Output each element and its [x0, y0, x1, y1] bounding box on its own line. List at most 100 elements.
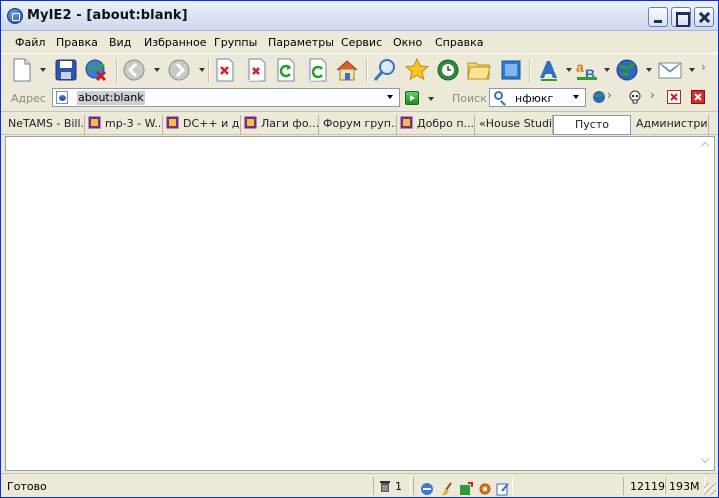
- edit-page-icon[interactable]: [496, 482, 510, 496]
- app-icon[interactable]: [7, 8, 23, 24]
- tab-forum[interactable]: Форум груп...: [319, 115, 397, 135]
- encoding-icon[interactable]: aB: [575, 57, 601, 83]
- encoding-dropdown-icon[interactable]: [604, 68, 610, 72]
- search-magnifier-icon: [494, 91, 503, 100]
- tab-label: Администри...: [636, 117, 708, 130]
- toolbar-overflow-chevron-icon[interactable]: ›: [701, 60, 706, 74]
- tab-house-studio[interactable]: «House Studi...: [475, 115, 553, 135]
- tab-label: mp-3 - W...: [105, 117, 163, 130]
- trash-cell[interactable]: 1: [373, 477, 411, 495]
- tab-mp3[interactable]: mp-3 - W...: [85, 115, 163, 135]
- menu-edit[interactable]: Правка: [56, 36, 98, 49]
- menu-help[interactable]: Справка: [435, 36, 483, 49]
- search-input[interactable]: нфюкг: [489, 88, 586, 107]
- font-size-icon[interactable]: [536, 57, 562, 83]
- menu-favorites[interactable]: Избранное: [144, 36, 206, 49]
- tab-label: Пусто: [575, 118, 609, 131]
- search-dropdown-icon[interactable]: [569, 89, 584, 106]
- search-label: Поиск: [452, 92, 487, 105]
- web-dropdown-icon[interactable]: [646, 68, 652, 72]
- history-icon[interactable]: [435, 57, 461, 83]
- back-dropdown-icon[interactable]: [154, 68, 160, 72]
- minimize-button[interactable]: [648, 7, 668, 27]
- close-button[interactable]: [694, 7, 714, 27]
- scroll-up-arrow-icon[interactable]: [699, 139, 713, 153]
- folder-icon[interactable]: [466, 57, 492, 83]
- close-tab-icon[interactable]: [667, 90, 681, 104]
- skull-icon[interactable]: [628, 90, 642, 104]
- title-bar[interactable]: MyIE2 - [about:blank]: [1, 1, 718, 31]
- memory-value: 193M: [669, 480, 700, 493]
- counter-value: 12119: [630, 480, 665, 493]
- tab-empty-active[interactable]: Пусто: [553, 115, 631, 135]
- forward-dropdown-icon[interactable]: [199, 68, 205, 72]
- menu-file[interactable]: Файл: [15, 36, 45, 49]
- tab-bar: NeTAMS - Bill... mp-3 - W... DC++ и д...…: [1, 111, 718, 135]
- go-icon[interactable]: [405, 91, 419, 105]
- web-globe-icon[interactable]: [614, 57, 640, 83]
- tab-admin[interactable]: Администри...: [632, 115, 709, 135]
- trash-count: 1: [395, 480, 402, 493]
- close-all-tabs-icon[interactable]: [691, 90, 705, 104]
- refresh-icon[interactable]: [273, 57, 299, 83]
- tab-label: Лаги фо...: [261, 117, 319, 130]
- menu-groups[interactable]: Группы: [214, 36, 257, 49]
- save-icon[interactable]: [53, 57, 79, 83]
- address-value[interactable]: about:blank: [77, 91, 145, 105]
- resize-grip[interactable]: [704, 483, 716, 495]
- status-text: Готово: [7, 480, 47, 493]
- tab-label: NeTAMS - Bill...: [8, 117, 85, 130]
- scroll-down-arrow-icon[interactable]: [699, 454, 713, 468]
- proxy-icon[interactable]: [420, 482, 434, 496]
- page-panel-icon[interactable]: [498, 57, 524, 83]
- address-dropdown-icon[interactable]: [383, 89, 398, 106]
- main-toolbar: aB ›: [1, 53, 718, 87]
- search-value[interactable]: нфюкг: [515, 92, 553, 105]
- back-icon[interactable]: [121, 57, 147, 83]
- mail-dropdown-icon[interactable]: [689, 68, 695, 72]
- status-bar: Готово 1 12119 193M: [1, 473, 718, 497]
- search-icon[interactable]: [372, 57, 398, 83]
- stop-all-icon[interactable]: [242, 57, 268, 83]
- download-icon[interactable]: [459, 482, 473, 496]
- refresh-all-icon[interactable]: [303, 57, 329, 83]
- new-page-dropdown-icon[interactable]: [40, 68, 46, 72]
- extra-overflow-chevron-icon[interactable]: ›: [650, 88, 655, 102]
- address-input[interactable]: about:blank: [52, 88, 400, 107]
- status-icons-cell: [413, 477, 513, 496]
- tab-lagi[interactable]: Лаги фо...: [241, 115, 319, 135]
- menu-window[interactable]: Окно: [393, 36, 422, 49]
- browser-window: MyIE2 - [about:blank] Файл Правка Вид Из…: [0, 0, 719, 498]
- toolbar-separator: [366, 59, 367, 83]
- forward-icon[interactable]: [166, 57, 192, 83]
- tab-dobro[interactable]: Добро п...: [397, 115, 475, 135]
- address-bar: Адрес about:blank Поиск нфюкг › ›: [1, 87, 718, 109]
- menu-options[interactable]: Параметры: [268, 36, 334, 49]
- svg-text:a: a: [576, 59, 584, 75]
- offline-globe-icon[interactable]: [83, 57, 109, 83]
- page-content[interactable]: [5, 136, 715, 471]
- favorites-star-icon[interactable]: [404, 57, 430, 83]
- menu-bar: Файл Правка Вид Избранное Группы Парамет…: [1, 32, 718, 52]
- menu-view[interactable]: Вид: [109, 36, 131, 49]
- new-page-icon[interactable]: [9, 57, 35, 83]
- address-label: Адрес: [11, 92, 46, 105]
- home-icon[interactable]: [334, 57, 360, 83]
- mail-icon[interactable]: [657, 57, 683, 83]
- tab-label: «House Studi...: [479, 117, 553, 130]
- go-dropdown-icon[interactable]: [428, 97, 434, 101]
- page-favicon-icon: [56, 91, 68, 104]
- maximize-button[interactable]: [671, 7, 691, 27]
- menu-tools[interactable]: Сервис: [341, 36, 382, 49]
- stop-icon[interactable]: [212, 57, 238, 83]
- gear-icon[interactable]: [478, 482, 492, 496]
- search-overflow-chevron-icon[interactable]: ›: [607, 88, 612, 102]
- tab-netams[interactable]: NeTAMS - Bill...: [3, 115, 85, 135]
- dobro-tab-icon: [400, 116, 413, 129]
- tab-dcpp[interactable]: DC++ и д...: [163, 115, 241, 135]
- vertical-scrollbar[interactable]: [698, 137, 714, 470]
- font-size-dropdown-icon[interactable]: [566, 68, 572, 72]
- broom-icon[interactable]: [440, 482, 454, 496]
- search-engine-globe-icon[interactable]: [592, 90, 606, 104]
- mp3-tab-icon: [88, 116, 101, 129]
